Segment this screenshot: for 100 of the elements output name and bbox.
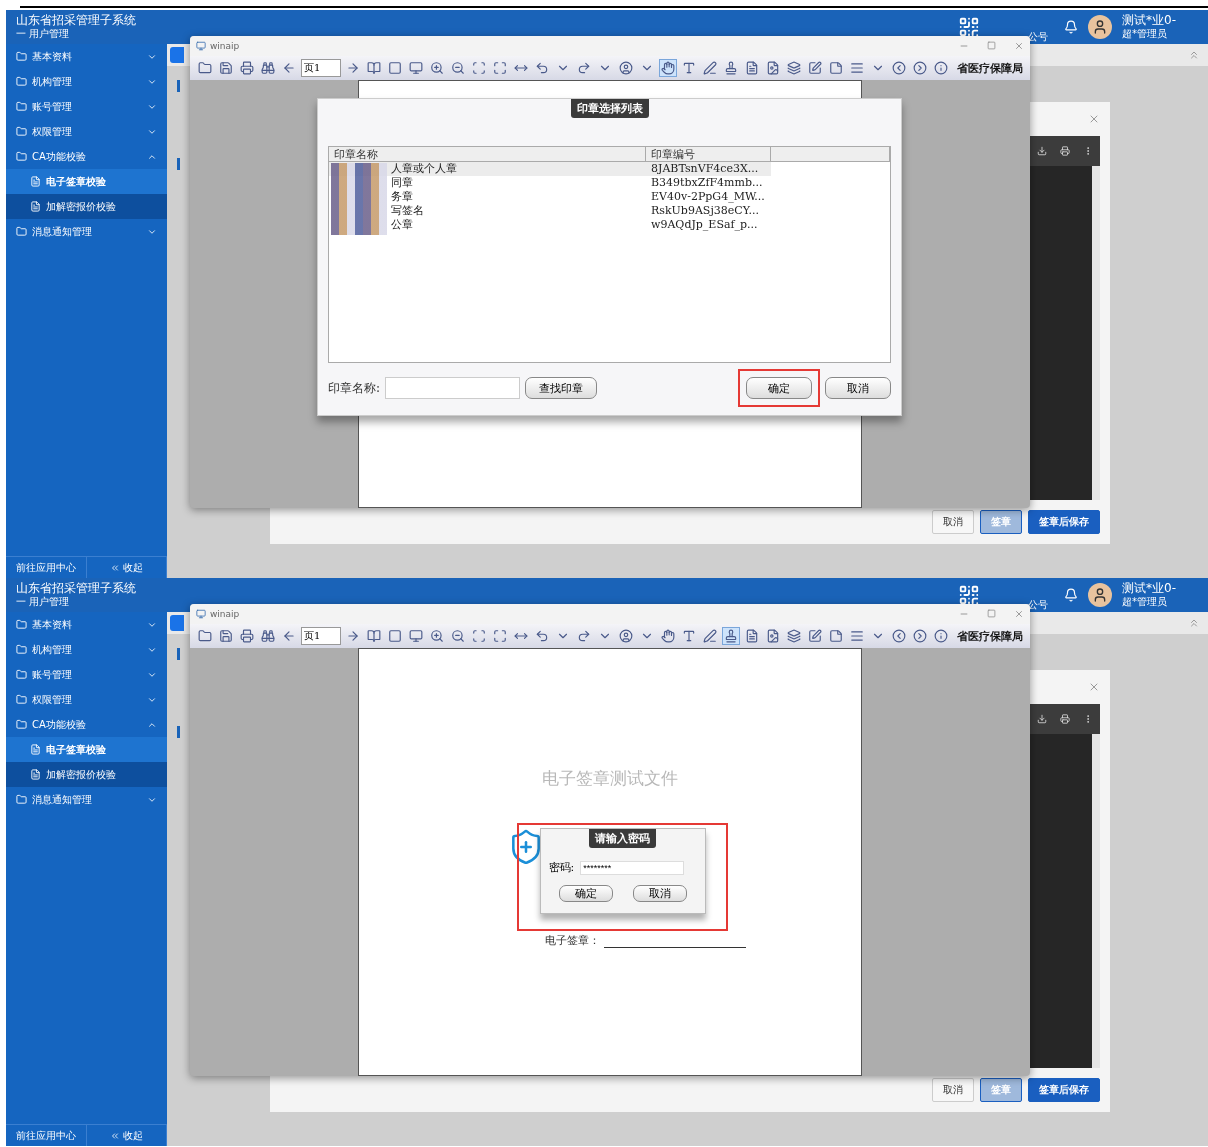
cancel-button[interactable]: 取消 [632,885,687,902]
redo-icon[interactable] [577,61,591,75]
scrollbar[interactable] [1092,166,1100,500]
close-icon[interactable] [1088,681,1100,693]
lines-icon[interactable] [850,629,864,643]
seal-row[interactable]: 写签名 RskUb9ASj38eCY... [329,204,771,218]
printer-icon[interactable] [240,629,254,643]
edit-icon[interactable] [808,61,822,75]
dialog-button[interactable]: 签章后保存 [1028,1078,1100,1102]
zoom-in-icon[interactable] [430,629,444,643]
info-icon[interactable] [934,629,948,643]
menu-item[interactable]: 机构管理 [6,69,167,94]
cancel-button[interactable]: 取消 [825,377,891,399]
circle-left-icon[interactable] [892,629,906,643]
menu-item[interactable]: 权限管理 [6,119,167,144]
menu-item[interactable]: CA功能校验 [6,144,167,169]
menu-item[interactable]: CA功能校验 [6,712,167,737]
image-file-icon[interactable] [766,61,780,75]
submenu-item[interactable]: 加解密报价校验 [6,762,167,787]
stamp-icon[interactable] [724,61,738,75]
avatar[interactable] [1088,583,1113,607]
close-icon[interactable] [1088,113,1100,125]
menu-item[interactable]: 基本资料 [6,612,167,637]
menu-item[interactable]: 基本资料 [6,44,167,69]
person-icon[interactable] [619,61,633,75]
document-icon[interactable] [745,629,759,643]
menu-item[interactable]: 账号管理 [6,94,167,119]
circle-right-icon[interactable] [913,629,927,643]
stamp-icon[interactable] [724,629,738,643]
menu-item[interactable]: 消息通知管理 [6,219,167,244]
printer-icon[interactable] [1060,146,1070,156]
seal-row[interactable]: 务章 EV40v-2PpG4_MW... [329,190,771,204]
redo-icon[interactable] [577,629,591,643]
note-icon[interactable] [829,61,843,75]
avatar[interactable] [1088,15,1113,39]
download-icon[interactable] [1036,146,1047,156]
book-icon[interactable] [367,61,381,75]
maximize-icon[interactable] [493,61,507,75]
zoom-out-icon[interactable] [451,629,465,643]
layers-icon[interactable] [787,629,801,643]
notification-icon[interactable] [1064,20,1079,34]
binoculars-icon[interactable] [261,629,275,643]
submenu-item[interactable]: 电子签章校验 [6,737,167,762]
ok-button[interactable]: 确定 [558,885,613,902]
seal-row[interactable]: 公章 w9AQdJp_ESaf_p... [329,218,771,232]
menu-item[interactable]: 消息通知管理 [6,787,167,812]
scan-icon[interactable] [472,61,486,75]
save-icon[interactable] [219,629,233,643]
scrollbar[interactable] [1092,734,1100,1068]
square-icon[interactable] [388,629,402,643]
folder-icon[interactable] [198,629,212,643]
book-icon[interactable] [367,629,381,643]
app-center-link[interactable]: 前往应用中心 [6,1125,87,1146]
undo-icon[interactable] [535,629,549,643]
folder-icon[interactable] [198,61,212,75]
submenu-item[interactable]: 加解密报价校验 [6,194,167,219]
square-icon[interactable] [388,61,402,75]
note-icon[interactable] [829,629,843,643]
type-icon[interactable] [682,61,696,75]
dialog-button[interactable]: 取消 [932,510,974,534]
menu-item[interactable]: 权限管理 [6,687,167,712]
person-icon[interactable] [619,629,633,643]
menu-item[interactable]: 机构管理 [6,637,167,662]
circle-left-icon[interactable] [892,61,906,75]
page-field[interactable]: 页1 [301,59,341,77]
zoom-out-icon[interactable] [451,61,465,75]
hand-icon[interactable] [661,629,675,643]
circle-right-icon[interactable] [913,61,927,75]
binoculars-icon[interactable] [261,61,275,75]
zoom-in-icon[interactable] [430,61,444,75]
seal-row[interactable]: 同章 B349tbxZfF4mmb... [329,176,771,190]
find-seal-button[interactable]: 查找印章 [525,377,598,399]
close-icon[interactable] [1014,41,1024,51]
type-icon[interactable] [682,629,696,643]
layers-icon[interactable] [787,61,801,75]
dialog-button[interactable]: 签章后保存 [1028,510,1100,534]
menu-item[interactable]: 账号管理 [6,662,167,687]
password-field[interactable]: ******** [580,860,685,875]
monitor-icon[interactable] [409,629,423,643]
pen-icon[interactable] [703,629,717,643]
info-icon[interactable] [934,61,948,75]
ok-button[interactable]: 确定 [746,377,812,399]
notification-icon[interactable] [1064,588,1079,602]
printer-icon[interactable] [240,61,254,75]
close-icon[interactable] [1014,609,1024,619]
printer-icon[interactable] [1060,714,1070,724]
edit-icon[interactable] [808,629,822,643]
hand-icon[interactable] [661,61,675,75]
submenu-item[interactable]: 电子签章校验 [6,169,167,194]
image-file-icon[interactable] [766,629,780,643]
lines-icon[interactable] [850,61,864,75]
download-icon[interactable] [1036,714,1047,724]
monitor-icon[interactable] [409,61,423,75]
undo-icon[interactable] [535,61,549,75]
document-icon[interactable] [745,61,759,75]
pen-icon[interactable] [703,61,717,75]
dialog-button[interactable]: 取消 [932,1078,974,1102]
maximize-icon[interactable] [493,629,507,643]
save-icon[interactable] [219,61,233,75]
seal-name-field[interactable] [385,377,521,399]
